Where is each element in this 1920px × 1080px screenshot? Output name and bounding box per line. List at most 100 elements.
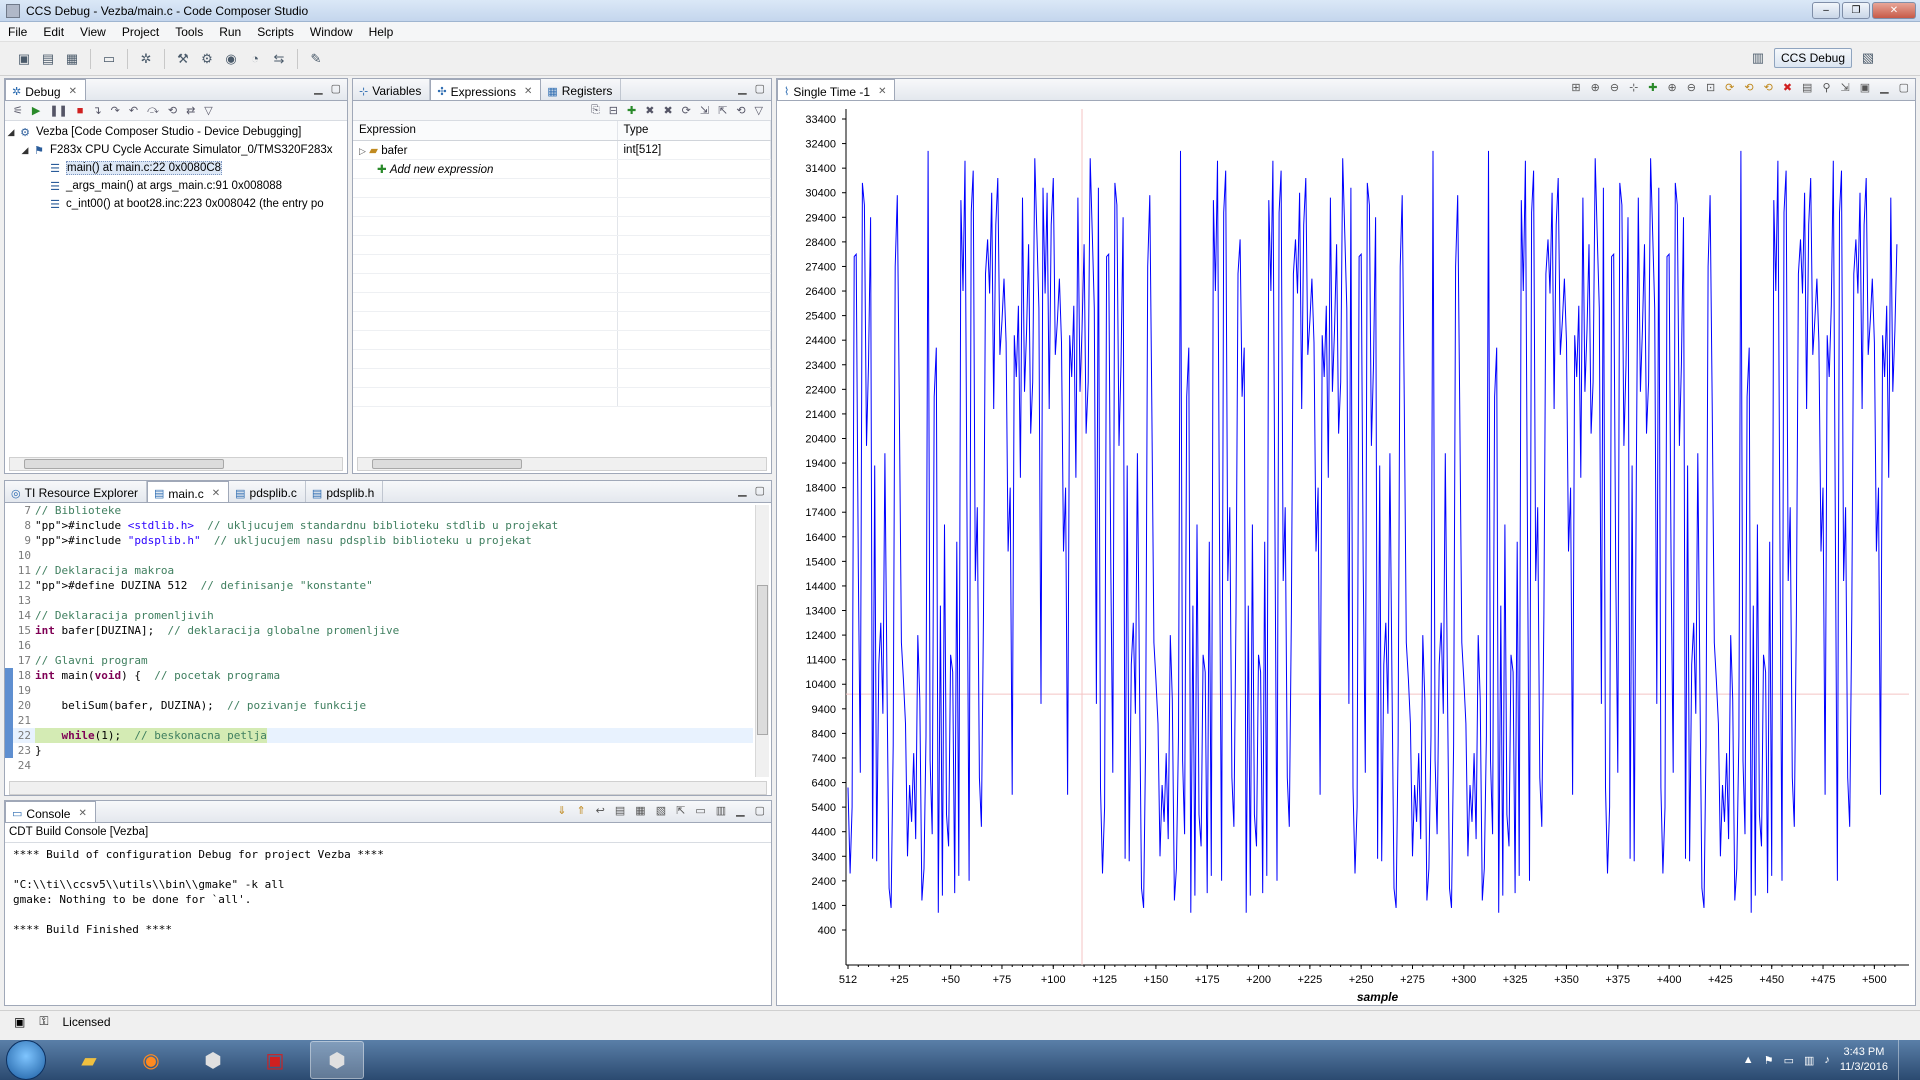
virtualbox-taskbar-icon[interactable]: ⬢	[186, 1041, 240, 1079]
expand-icon[interactable]: ▷	[359, 146, 366, 156]
tab-main-c[interactable]: ▤ main.c ✕	[146, 481, 230, 502]
menu-view[interactable]: View	[72, 25, 114, 39]
volume-icon[interactable]: ♪	[1824, 1054, 1830, 1066]
menu-edit[interactable]: Edit	[35, 25, 72, 39]
horizontal-scrollbar[interactable]	[9, 457, 343, 471]
maximize-view-icon[interactable]: ▢	[1899, 81, 1909, 94]
tab-pdsplib-h[interactable]: ▤ pdsplib.h	[306, 481, 384, 502]
display-console-icon[interactable]: ▭	[695, 804, 705, 817]
code-line[interactable]: 24	[5, 758, 753, 773]
code-line[interactable]: 11 // Deklaracija makroa	[5, 563, 753, 578]
zoom-out-icon[interactable]: ⊖	[1687, 81, 1696, 94]
tab-debug[interactable]: ✲ Debug ✕	[5, 79, 86, 100]
restart-icon[interactable]: ⇄	[186, 104, 195, 117]
menu-file[interactable]: File	[0, 25, 35, 39]
word-wrap-icon[interactable]: ↩	[596, 804, 605, 817]
graph-properties-icon[interactable]: ▤	[1802, 81, 1812, 94]
code-line[interactable]: 13	[5, 593, 753, 608]
add-expression-icon[interactable]: ✚	[627, 104, 636, 117]
code-editor[interactable]: 7 // Biblioteke 8 "pp">#include <stdlib.h> …	[5, 503, 753, 779]
tab-console[interactable]: ▭ Console ✕	[5, 801, 96, 822]
minimize-button[interactable]: –	[1812, 2, 1840, 19]
scroll-lock-icon[interactable]: ⇓	[557, 804, 566, 817]
show-on-output-icon[interactable]: ⇑	[576, 804, 585, 817]
suspend-icon[interactable]: ❚❚	[49, 104, 67, 117]
remove-all-icon[interactable]: ✖	[663, 104, 672, 117]
column-expression[interactable]: Expression	[353, 121, 618, 141]
acrobat-taskbar-icon[interactable]: ▣	[248, 1041, 302, 1079]
maximize-button[interactable]: ❐	[1842, 2, 1870, 19]
code-line[interactable]: 8 "pp">#include <stdlib.h> // ukljucujem …	[5, 518, 753, 533]
code-line[interactable]: 12 "pp">#define DUZINA 512 // definisanje…	[5, 578, 753, 593]
horizontal-scrollbar[interactable]	[9, 781, 767, 795]
ccs-debug-perspective-button[interactable]: CCS Debug	[1773, 48, 1852, 68]
continuous-refresh-icon[interactable]: ⟲	[1744, 81, 1753, 94]
minimize-view-icon[interactable]: ▁	[738, 82, 746, 95]
open-console-icon[interactable]: ⇱	[676, 804, 685, 817]
minimize-view-icon[interactable]: ▁	[314, 82, 322, 95]
tree-item-session[interactable]: ◢ ⚙ Vezba [Code Composer Studio - Device …	[5, 123, 347, 141]
reset-zoom-icon[interactable]: ⊡	[1706, 81, 1715, 94]
chart-area[interactable]: 33400 32400 31400 30400 29400 28400 27400 26400…	[777, 101, 1915, 1005]
vertical-scrollbar[interactable]	[755, 505, 769, 777]
show-hidden-icons-icon[interactable]: ▲	[1743, 1054, 1754, 1066]
explorer-taskbar-icon[interactable]: ▰	[62, 1041, 116, 1079]
ccs-taskbar-icon[interactable]: ⬢	[310, 1041, 364, 1079]
continuous-refresh-icon[interactable]: ⟲	[736, 104, 745, 117]
flag-icon[interactable]: ⚑	[1764, 1054, 1774, 1067]
code-line[interactable]: 15 int bafer[DUZINA]; // deklaracija glob…	[5, 623, 753, 638]
menu-help[interactable]: Help	[361, 25, 402, 39]
add-cursor-icon[interactable]: ✚	[1648, 81, 1657, 94]
view-menu-icon[interactable]: ▽	[755, 104, 763, 117]
run-external-icon[interactable]: ⇆	[270, 50, 288, 68]
close-icon[interactable]: ✕	[212, 488, 220, 499]
menu-run[interactable]: Run	[211, 25, 249, 39]
code-line[interactable]: 9 "pp">#include "pdsplib.h" // ukljucujem…	[5, 533, 753, 548]
column-type[interactable]: Type	[617, 121, 771, 141]
y-zoom-icon[interactable]: ⊖	[1610, 81, 1619, 94]
add-new-expression[interactable]: Add new expression	[390, 164, 494, 176]
show-desktop-button[interactable]	[1898, 1040, 1910, 1080]
graph-view-menu-icon[interactable]: ▣	[1860, 81, 1870, 94]
breakpoint-icon[interactable]: ◉	[222, 50, 240, 68]
clock[interactable]: 3:43 PM 11/3/2016	[1840, 1045, 1888, 1075]
export-icon[interactable]: ⇲	[700, 104, 709, 117]
collapse-icon[interactable]: ◢	[5, 127, 17, 138]
pin-console-icon[interactable]: ▦	[635, 804, 645, 817]
remove-all-terminated-icon[interactable]: ⚟	[13, 104, 23, 117]
tab-variables[interactable]: ⊹ Variables	[353, 79, 431, 100]
debug-icon[interactable]: ✲	[137, 50, 155, 68]
reset-icon[interactable]: ⟲	[168, 104, 177, 117]
code-line[interactable]: 23}	[5, 743, 753, 758]
import-icon[interactable]: ⇱	[718, 104, 727, 117]
tab-pdsplib-c[interactable]: ▤ pdsplib.c	[229, 481, 306, 502]
zoom-fit-icon[interactable]: ⊞	[1571, 81, 1580, 94]
close-icon[interactable]: ✕	[69, 86, 77, 97]
fast-view-icon[interactable]: ▣	[14, 1015, 25, 1029]
code-line[interactable]: 19	[5, 683, 753, 698]
zoom-in-icon[interactable]: ⊕	[1668, 81, 1677, 94]
terminate-icon[interactable]: ■	[77, 105, 84, 117]
horizontal-scrollbar[interactable]	[357, 457, 767, 471]
refresh-graph-icon[interactable]: ⟳	[1725, 81, 1734, 94]
view-menu-icon[interactable]: ▽	[204, 104, 212, 117]
step-over-icon[interactable]: ↷	[111, 104, 120, 117]
show-type-icon[interactable]: ⎘	[591, 104, 600, 117]
clear-graph-icon[interactable]: ✖	[1783, 81, 1792, 94]
code-line[interactable]: 21	[5, 713, 753, 728]
other-perspective-icon[interactable]: ▧	[1859, 49, 1877, 67]
maximize-view-icon[interactable]: ▢	[755, 82, 765, 95]
code-line[interactable]: 16	[5, 638, 753, 653]
maximize-view-icon[interactable]: ▢	[755, 484, 765, 497]
save-icon[interactable]: ▤	[39, 50, 57, 68]
tab-ti-resource-explorer[interactable]: ◎ TI Resource Explorer	[5, 481, 147, 502]
network-icon[interactable]: ▥	[1804, 1054, 1814, 1067]
measure-icon[interactable]: ⊹	[1629, 81, 1638, 94]
close-icon[interactable]: ✕	[78, 808, 86, 819]
time-domain-chart[interactable]: 33400 32400 31400 30400 29400 28400 27400 26400…	[777, 101, 1915, 1005]
close-icon[interactable]: ✕	[524, 86, 532, 97]
auto-refresh-icon[interactable]: ⟲	[1764, 81, 1773, 94]
tree-item-frame[interactable]: ☰ main() at main.c:22 0x0080C8	[5, 159, 347, 177]
save-all-icon[interactable]: ▦	[63, 50, 81, 68]
code-line[interactable]: 7 // Biblioteke	[5, 503, 753, 518]
